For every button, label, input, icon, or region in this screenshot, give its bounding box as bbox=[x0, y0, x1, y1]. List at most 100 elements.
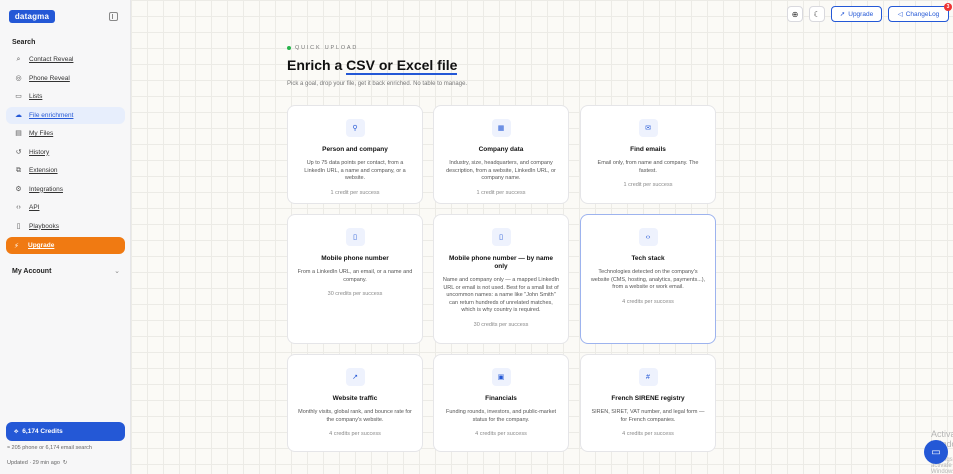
sidebar-item-label: Phone Reveal bbox=[29, 74, 70, 82]
card-website-traffic[interactable]: ↗ Website traffic Monthly visits, global r… bbox=[287, 354, 423, 452]
main-area: ⊕ ☾ ➚ Upgrade ◁ ChangeLog 3 QUICK UPLOAD… bbox=[131, 0, 953, 474]
hash-icon: # bbox=[638, 368, 658, 386]
sidebar-item-label: Playbooks bbox=[29, 222, 59, 230]
card-description: Email only, from name and company. The f… bbox=[597, 160, 699, 174]
card-title: Mobile phone number bbox=[321, 255, 389, 262]
sidebar-item-contact-reveal[interactable]: ⌕ Contact Reveal bbox=[6, 51, 125, 68]
building-icon: ▦ bbox=[491, 119, 511, 137]
card-description: Up to 75 data points per contact, from a… bbox=[304, 160, 406, 181]
globe-icon: ⊕ bbox=[791, 9, 799, 19]
card-title: Website traffic bbox=[332, 395, 378, 402]
sidebar-collapse-icon[interactable] bbox=[109, 12, 118, 21]
card-person-and-company[interactable]: ⚲ Person and company Up to 75 data points … bbox=[287, 105, 423, 204]
person-search-icon: ⚲ bbox=[345, 119, 365, 137]
sidebar-item-label: API bbox=[29, 204, 40, 211]
extension-icon: ⧉ bbox=[16, 167, 21, 174]
card-title: Mobile phone number — by name only bbox=[448, 255, 553, 270]
card-description: Funding rounds, investors, and public-ma… bbox=[445, 409, 557, 423]
trend-up-icon: ↗ bbox=[345, 368, 365, 386]
chat-icon: ▭ bbox=[931, 446, 941, 458]
lightning-icon: ⚡ bbox=[14, 242, 19, 250]
card-description: Monthly visits, global rank, and bounce … bbox=[298, 409, 412, 423]
page-subtitle: Pick a goal, drop your file, get it back… bbox=[287, 81, 468, 87]
chat-button[interactable]: ▭ bbox=[924, 440, 948, 464]
card-cost: 4 credits per success bbox=[622, 298, 674, 305]
credits-estimate: ≈ 205 phone or 6,174 email search bbox=[7, 445, 92, 451]
card-find-emails[interactable]: ✉ Find emails Email only, from name and co… bbox=[580, 105, 716, 204]
theme-toggle-button[interactable]: ☾ bbox=[809, 6, 825, 22]
card-description: Name and company only — a mapped LinkedI… bbox=[442, 277, 560, 313]
code-icon: ‹› bbox=[638, 228, 658, 246]
banknote-icon: ▣ bbox=[491, 368, 511, 386]
card-description: From a LinkedIn URL, an email, or a name… bbox=[297, 269, 413, 283]
search-section-title: Search bbox=[12, 39, 36, 46]
card-description: SIREN, SIRET, VAT number, and legal form… bbox=[591, 409, 705, 423]
card-description: Industry, size, headquarters, and compan… bbox=[446, 160, 556, 181]
card-title: Financials bbox=[485, 395, 517, 402]
sidebar-item-my-files[interactable]: ▤ My Files bbox=[6, 125, 125, 142]
code-icon: ‹› bbox=[16, 204, 21, 211]
card-financials[interactable]: ▣ Financials Funding rounds, investors, an… bbox=[433, 354, 569, 452]
card-cost: 4 credits per success bbox=[329, 431, 381, 437]
topbar: ⊕ ☾ ➚ Upgrade ◁ ChangeLog 3 bbox=[131, 0, 953, 29]
sidebar-item-label: Lists bbox=[29, 93, 43, 100]
book-icon: ▯ bbox=[16, 222, 21, 230]
card-title: French SIRENE registry bbox=[611, 395, 685, 402]
sidebar-item-lists[interactable]: ▭ Lists bbox=[6, 88, 125, 105]
language-button[interactable]: ⊕ bbox=[787, 6, 803, 22]
coin-icon: ⟡ bbox=[14, 427, 19, 435]
credits-button[interactable]: ⟡ 6,174 Credits bbox=[6, 422, 125, 441]
sidebar-item-file-enrichment[interactable]: ☁ File enrichment bbox=[6, 106, 125, 124]
sidebar-item-api[interactable]: ‹› API bbox=[6, 199, 125, 216]
integrations-icon: ⚙ bbox=[15, 185, 22, 193]
changelog-badge: 3 bbox=[944, 3, 952, 11]
mobile-icon: ▯ bbox=[345, 228, 365, 246]
sidebar-item-integrations[interactable]: ⚙ Integrations bbox=[6, 181, 125, 198]
updated-status: Updated · 29 min ago ↻ bbox=[7, 460, 68, 466]
sidebar-nav: ⌕ Contact Reveal ◎ Phone Reveal ▭ Lists ☁ File … bbox=[6, 51, 125, 236]
card-cost: 1 credit per success bbox=[476, 189, 526, 196]
sidebar-item-history[interactable]: ↺ History bbox=[6, 144, 125, 161]
phone-reveal-icon: ◎ bbox=[15, 74, 22, 82]
upgrade-button[interactable]: ➚ Upgrade bbox=[831, 6, 882, 22]
changelog-button[interactable]: ◁ ChangeLog 3 bbox=[888, 3, 952, 22]
sidebar-item-label: My Files bbox=[29, 130, 54, 137]
card-mobile-phone-number[interactable]: ▯ Mobile phone number From a LinkedIn URL,… bbox=[287, 214, 423, 344]
card-cost: 30 credits per success bbox=[327, 291, 383, 297]
card-tech-stack[interactable]: ‹› Tech stack Technologies detected on the… bbox=[580, 214, 716, 344]
status-dot bbox=[287, 46, 291, 50]
card-title: Company data bbox=[478, 146, 524, 153]
card-description: Technologies detected on the company's w… bbox=[590, 269, 706, 290]
refresh-icon[interactable]: ↻ bbox=[63, 460, 68, 466]
page-header: QUICK UPLOAD Enrich a CSV or Excel file … bbox=[287, 45, 717, 87]
mobile-icon: ▯ bbox=[491, 228, 511, 246]
upload-cloud-icon: ☁ bbox=[15, 111, 22, 119]
sidebar-item-extension[interactable]: ⧉ Extension bbox=[6, 162, 125, 179]
sidebar-item-phone-reveal[interactable]: ◎ Phone Reveal bbox=[6, 70, 125, 87]
card-french-sirene-registry[interactable]: # French SIRENE registry SIREN, SIRET, VAT… bbox=[580, 354, 716, 452]
my-account-toggle[interactable]: My Account ⌄ bbox=[12, 267, 120, 276]
search-icon: ⌕ bbox=[16, 56, 21, 63]
datagma-logo[interactable]: datagma bbox=[9, 10, 55, 23]
sidebar-upgrade-button[interactable]: ⚡ Upgrade bbox=[6, 237, 125, 254]
card-cost: 30 credits per success bbox=[473, 321, 529, 328]
file-icon: ▤ bbox=[15, 130, 22, 137]
card-company-data[interactable]: ▦ Company data Industry, size, headquarter… bbox=[433, 105, 569, 204]
sidebar-item-label: Extension bbox=[29, 167, 58, 174]
sidebar-item-label: Integrations bbox=[29, 185, 63, 193]
card-title: Tech stack bbox=[631, 255, 665, 262]
megaphone-icon: ◁ bbox=[897, 11, 903, 18]
sidebar: datagma Search ⌕ Contact Reveal ◎ Phone Rev… bbox=[0, 0, 131, 474]
card-title: Find emails bbox=[630, 146, 666, 153]
sidebar-item-playbooks[interactable]: ▯ Playbooks bbox=[6, 218, 125, 235]
card-cost: 1 credit per success bbox=[330, 189, 380, 196]
card-title: Person and company bbox=[322, 146, 388, 153]
folder-icon: ▭ bbox=[15, 93, 22, 100]
card-mobile-phone-number-by-name-only[interactable]: ▯ Mobile phone number — by name only Name … bbox=[433, 214, 569, 344]
page-title: Enrich a CSV or Excel file bbox=[287, 57, 458, 75]
sidebar-item-label: History bbox=[29, 148, 50, 156]
mail-icon: ✉ bbox=[638, 119, 658, 137]
quick-upload-kicker: QUICK UPLOAD bbox=[287, 45, 717, 51]
card-cost: 1 credit per success bbox=[623, 182, 673, 188]
chevron-down-icon: ⌄ bbox=[114, 268, 120, 275]
